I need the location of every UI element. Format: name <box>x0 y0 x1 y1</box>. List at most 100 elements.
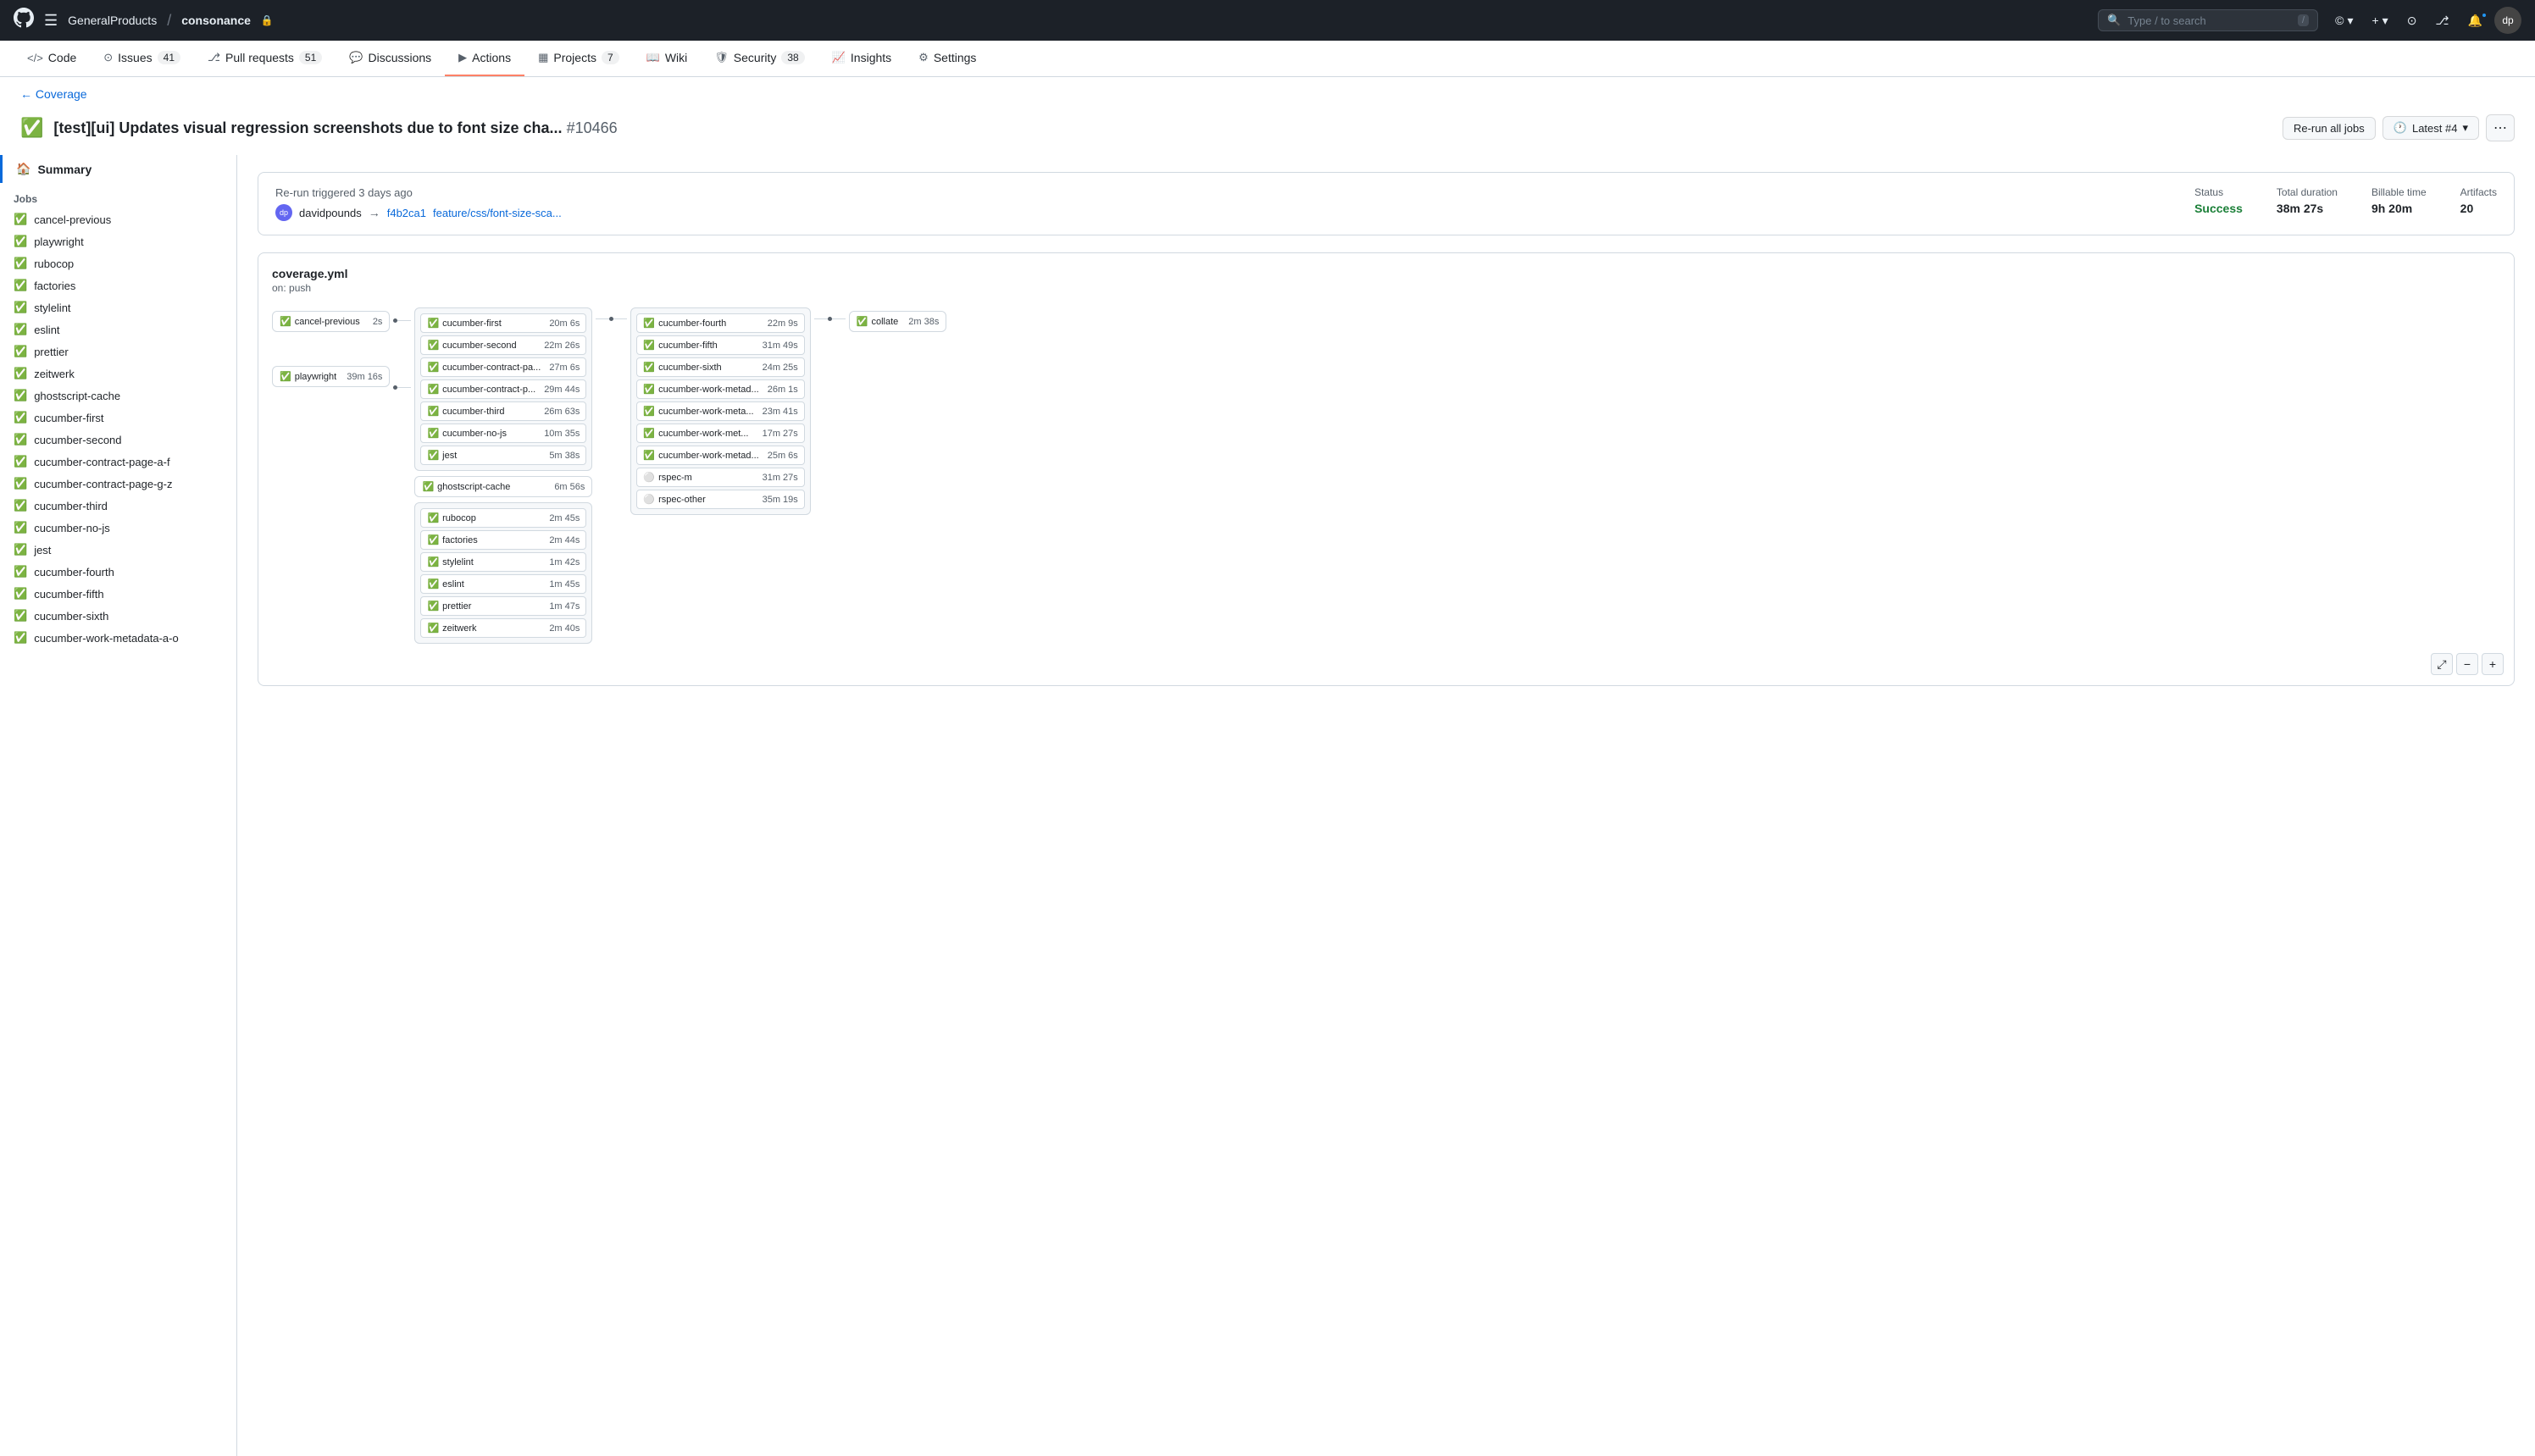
issues-nav-button[interactable]: ⊙ <box>2400 10 2424 31</box>
sidebar-summary[interactable]: 🏠 Summary <box>0 155 236 183</box>
node-cucumber-work-meta1[interactable]: ✅ cucumber-work-metad... 26m 1s <box>636 379 804 399</box>
rerun-button[interactable]: Re-run all jobs <box>2283 117 2376 140</box>
tab-code[interactable]: </> Code <box>14 41 90 76</box>
pr-nav-button[interactable]: ⎇ <box>2428 10 2455 31</box>
node-cucumber-sixth[interactable]: ✅ cucumber-sixth 24m 25s <box>636 357 804 377</box>
node-factories[interactable]: ✅ factories 2m 44s <box>420 530 586 550</box>
node-name: cucumber-sixth <box>658 363 722 373</box>
latest-run-button[interactable]: 🕐 Latest #4 ▾ <box>2382 116 2479 140</box>
tab-settings[interactable]: ⚙ Settings <box>905 41 990 76</box>
sidebar-job[interactable]: ✅ cucumber-first <box>0 407 236 429</box>
search-icon: 🔍 <box>2107 14 2121 27</box>
nav-hamburger-icon[interactable]: ☰ <box>44 12 58 30</box>
nav-org[interactable]: GeneralProducts <box>68 14 157 27</box>
node-cucumber-third[interactable]: ✅ cucumber-third 26m 63s <box>420 401 586 421</box>
sidebar-job[interactable]: ✅ ghostscript-cache <box>0 385 236 407</box>
tab-security[interactable]: 🛡 Security 38 <box>701 41 818 76</box>
tab-wiki[interactable]: 📖 Wiki <box>633 41 702 76</box>
node-name: playwright <box>295 372 337 382</box>
job-name: rubocop <box>34 257 74 270</box>
node-cucumber-work-meta2[interactable]: ✅ cucumber-work-meta... 23m 41s <box>636 401 804 421</box>
sidebar-job[interactable]: ✅ cucumber-fifth <box>0 583 236 605</box>
sidebar-job[interactable]: ✅ cucumber-second <box>0 429 236 451</box>
col2-top-group: ✅ cucumber-first 20m 6s ✅ cucumber-secon… <box>414 307 592 471</box>
sidebar-job[interactable]: ✅ cancel-previous <box>0 208 236 230</box>
node-cucumber-fifth[interactable]: ✅ cucumber-fifth 31m 49s <box>636 335 804 355</box>
trigger-commit-link[interactable]: f4b2ca1 <box>387 207 426 219</box>
node-playwright[interactable]: ✅ playwright 39m 16s <box>272 366 390 387</box>
sidebar-job[interactable]: ✅ factories <box>0 274 236 296</box>
search-bar[interactable]: 🔍 Type / to search / <box>2098 9 2318 31</box>
sidebar-job[interactable]: ✅ cucumber-fourth <box>0 561 236 583</box>
tab-projects[interactable]: ▦ Projects 7 <box>524 41 633 76</box>
node-zeitwerk[interactable]: ✅ zeitwerk 2m 40s <box>420 618 586 638</box>
pr-nav-icon: ⎇ <box>2435 14 2449 27</box>
copilot-button[interactable]: © ▾ <box>2328 10 2360 31</box>
node-cucumber-no-js[interactable]: ✅ cucumber-no-js 10m 35s <box>420 424 586 443</box>
sidebar-job[interactable]: ✅ prettier <box>0 340 236 363</box>
sidebar-job[interactable]: ✅ playwright <box>0 230 236 252</box>
node-eslint[interactable]: ✅ eslint 1m 45s <box>420 574 586 594</box>
copilot-chevron-icon: ▾ <box>2347 14 2353 28</box>
node-name: cucumber-no-js <box>442 429 507 439</box>
tab-actions[interactable]: ▶ Actions <box>445 41 524 76</box>
notifications-button[interactable]: 🔔 <box>2461 10 2489 31</box>
node-rspec-m[interactable]: ⚪ rspec-m 31m 27s <box>636 468 804 487</box>
more-options-button[interactable]: ⋯ <box>2486 114 2515 141</box>
node-stylelint[interactable]: ✅ stylelint 1m 42s <box>420 552 586 572</box>
new-button[interactable]: + ▾ <box>2365 10 2394 31</box>
node-cancel-previous[interactable]: ✅ cancel-previous 2s <box>272 311 390 332</box>
trigger-user[interactable]: davidpounds <box>299 207 362 219</box>
node-icon: ✅ <box>280 371 291 382</box>
avatar[interactable]: dp <box>2494 7 2521 34</box>
github-logo-icon[interactable] <box>14 8 34 33</box>
sidebar-job[interactable]: ✅ rubocop <box>0 252 236 274</box>
node-name: jest <box>442 451 457 461</box>
job-name: cucumber-third <box>34 500 108 512</box>
node-cucumber-contract-pa[interactable]: ✅ cucumber-contract-pa... 27m 6s <box>420 357 586 377</box>
node-icon: ✅ <box>643 362 655 373</box>
sidebar-job[interactable]: ✅ cucumber-work-metadata-a-o <box>0 627 236 649</box>
sidebar-job[interactable]: ✅ cucumber-third <box>0 495 236 517</box>
tab-security-label: Security <box>734 51 777 64</box>
node-time: 31m 27s <box>757 473 798 483</box>
node-prettier[interactable]: ✅ prettier 1m 47s <box>420 596 586 616</box>
node-cucumber-first[interactable]: ✅ cucumber-first 20m 6s <box>420 313 586 333</box>
node-icon: ✅ <box>427 340 439 351</box>
breadcrumb-link[interactable]: ← Coverage <box>20 87 87 101</box>
sidebar-job[interactable]: ✅ stylelint <box>0 296 236 318</box>
sidebar-job[interactable]: ✅ eslint <box>0 318 236 340</box>
node-rubocop[interactable]: ✅ rubocop 2m 45s <box>420 508 586 528</box>
sidebar-job[interactable]: ✅ cucumber-contract-page-g-z <box>0 473 236 495</box>
node-name: cucumber-work-metad... <box>658 451 759 461</box>
node-icon: ✅ <box>427 450 439 461</box>
node-cucumber-contract-p[interactable]: ✅ cucumber-contract-p... 29m 44s <box>420 379 586 399</box>
nav-repo[interactable]: consonance <box>181 14 251 27</box>
sidebar-job[interactable]: ✅ zeitwerk <box>0 363 236 385</box>
trigger-branch-link[interactable]: feature/css/font-size-sca... <box>433 207 562 219</box>
tab-discussions[interactable]: 💬 Discussions <box>336 41 445 76</box>
zoom-in-button[interactable]: + <box>2482 653 2504 675</box>
sidebar-job[interactable]: ✅ cucumber-sixth <box>0 605 236 627</box>
node-jest[interactable]: ✅ jest 5m 38s <box>420 446 586 465</box>
avatar-initials: dp <box>2502 14 2513 26</box>
tab-insights[interactable]: 📈 Insights <box>818 41 905 76</box>
sidebar-job[interactable]: ✅ cucumber-no-js <box>0 517 236 539</box>
node-cucumber-work-metad4[interactable]: ✅ cucumber-work-metad... 25m 6s <box>636 446 804 465</box>
node-cucumber-work-met3[interactable]: ✅ cucumber-work-met... 17m 27s <box>636 424 804 443</box>
node-collate[interactable]: ✅ collate 2m 38s <box>849 311 947 332</box>
job-name: cucumber-work-metadata-a-o <box>34 632 179 645</box>
node-cucumber-second[interactable]: ✅ cucumber-second 22m 26s <box>420 335 586 355</box>
node-ghostscript-cache[interactable]: ✅ ghostscript-cache 6m 56s <box>414 476 592 497</box>
sidebar-job[interactable]: ✅ jest <box>0 539 236 561</box>
node-rspec-other[interactable]: ⚪ rspec-other 35m 19s <box>636 490 804 509</box>
tab-pull-requests[interactable]: ⎇ Pull requests 51 <box>194 41 336 76</box>
tab-issues[interactable]: ⊙ Issues 41 <box>90 41 194 76</box>
zoom-fit-button[interactable]: ⤢ <box>2431 653 2453 675</box>
sidebar-job[interactable]: ✅ cucumber-contract-page-a-f <box>0 451 236 473</box>
pr-count-badge: 51 <box>299 51 322 64</box>
node-name: cucumber-work-metad... <box>658 385 759 395</box>
zoom-out-button[interactable]: − <box>2456 653 2478 675</box>
job-name: playwright <box>34 235 84 248</box>
node-cucumber-fourth[interactable]: ✅ cucumber-fourth 22m 9s <box>636 313 804 333</box>
